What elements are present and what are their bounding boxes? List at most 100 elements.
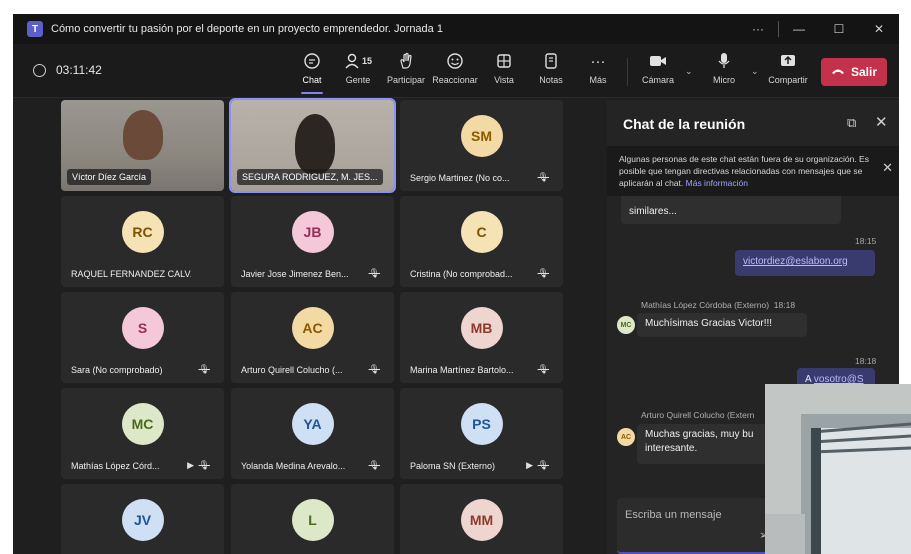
participant-video xyxy=(123,110,163,160)
participant-name: SEGURA RODRIGUEZ, M. JES... xyxy=(237,169,383,185)
participant-video xyxy=(295,114,335,174)
external-notice-banner: Algunas personas de este chat están fuer… xyxy=(607,146,899,196)
grid-view-icon xyxy=(496,50,512,72)
avatar: MM xyxy=(460,499,503,541)
participant-tile[interactable]: AC Arturo Quirell Colucho (... 🎙 xyxy=(231,292,394,383)
participant-tile[interactable]: SEGURA RODRIGUEZ, M. JES... xyxy=(229,98,396,193)
react-button[interactable]: Reaccionar xyxy=(432,50,478,94)
chat-message: similares... xyxy=(621,196,841,224)
people-button[interactable]: 15 Gente xyxy=(335,50,381,94)
participant-tile[interactable]: PS Paloma SN (Externo) 🎙 ▶ xyxy=(400,388,563,479)
message-time: 18:18 xyxy=(855,356,877,366)
avatar: SM xyxy=(460,115,503,157)
view-button[interactable]: Vista xyxy=(481,50,527,94)
mic-muted-icon: 🎙 xyxy=(537,268,549,278)
mic-muted-icon: 🎙 xyxy=(198,364,210,374)
mic-muted-icon: 🎙 xyxy=(537,172,549,182)
message-sender: Mathías López Córdoba (Externo) 18:18 xyxy=(641,300,796,310)
participant-name: Arturo Quirell Colucho (... xyxy=(241,365,343,375)
participant-tile[interactable]: MC Mathías López Córd... 🎙 ▶ xyxy=(61,388,224,479)
participant-tile[interactable]: S Sara (No comprobado) 🎙 xyxy=(61,292,224,383)
maximize-button[interactable]: ☐ xyxy=(819,22,859,36)
avatar: YA xyxy=(291,403,334,445)
chat-label: Chat xyxy=(302,75,322,85)
camera-button[interactable]: Cámara xyxy=(635,50,681,94)
avatar: AC xyxy=(617,428,635,446)
mic-muted-icon: 🎙 xyxy=(537,460,549,470)
avatar: MC xyxy=(121,403,164,445)
participant-tile[interactable]: RC RAQUEL FERNANDEZ CALV... xyxy=(61,196,224,287)
hang-up-icon xyxy=(831,66,845,78)
dismiss-notice-icon[interactable]: ✕ xyxy=(882,161,893,174)
leave-label: Salir xyxy=(850,65,877,79)
chat-title: Chat de la reunión xyxy=(623,116,746,132)
meeting-timer: 03:11:42 xyxy=(33,63,102,77)
ellipsis-icon: ··· xyxy=(590,52,606,70)
participant-name: Yolanda Medina Arevalo... xyxy=(241,461,346,471)
message-text: Muchísimas Gracias Victor!!! xyxy=(645,318,773,329)
participant-tile[interactable]: MB Marina Martínez Bartolo... 🎙 xyxy=(400,292,563,383)
notes-label: Notas xyxy=(539,75,563,85)
more-button[interactable]: ··· Más xyxy=(575,50,621,94)
participant-name: Paloma SN (Externo) xyxy=(410,461,496,471)
mic-label: Micro xyxy=(713,75,735,85)
participant-tile[interactable]: SM Sergio Martinez (No co... 🎙 xyxy=(400,100,563,191)
participant-tile[interactable]: JB Javier Jose Jimenez Ben... 🎙 xyxy=(231,196,394,287)
mic-options-chevron-icon[interactable]: ⌄ xyxy=(751,66,759,77)
chat-header: Chat de la reunión ⧉ ✕ xyxy=(607,100,899,148)
avatar: AC xyxy=(291,307,334,349)
teams-logo-icon: T xyxy=(27,21,43,37)
mic-button[interactable]: Micro xyxy=(701,50,747,94)
close-chat-icon[interactable]: ✕ xyxy=(875,113,888,131)
hand-icon xyxy=(398,50,414,72)
participant-name: Sara (No comprobado) xyxy=(71,365,163,375)
chat-message: Muchísimas Gracias Victor!!! xyxy=(637,313,807,337)
share-button[interactable]: Compartir xyxy=(765,50,811,94)
message-sender: Arturo Quirell Colucho (Extern xyxy=(641,410,755,420)
mic-muted-icon: 🎙 xyxy=(368,268,380,278)
avatar: JV xyxy=(121,499,164,541)
more-options-icon[interactable]: ··· xyxy=(738,22,778,36)
title-bar: T Cómo convertir tu pasión por el deport… xyxy=(13,14,899,44)
minimize-button[interactable]: — xyxy=(779,22,819,36)
video-grid: Víctor Díez García SEGURA RODRIGUEZ, M. J… xyxy=(61,98,565,554)
more-info-link[interactable]: Más información xyxy=(686,178,748,188)
mic-muted-icon: 🎙 xyxy=(368,364,380,374)
avatar: MC xyxy=(617,316,635,334)
self-view-scene xyxy=(765,384,911,554)
microphone-icon xyxy=(717,50,731,72)
camera-icon xyxy=(649,50,667,72)
participant-tile[interactable]: C Cristina (No comprobad... 🎙 xyxy=(400,196,563,287)
mic-muted-icon: 🎙 xyxy=(198,460,210,470)
camera-options-chevron-icon[interactable]: ⌄ xyxy=(685,66,693,77)
avatar: C xyxy=(460,211,503,253)
pop-out-icon[interactable]: ⧉ xyxy=(847,115,856,131)
toolbar-divider xyxy=(627,58,628,86)
participant-tile[interactable]: MMGARCIA MARTIN, M...🎙▶ xyxy=(400,484,563,554)
participant-name: Mathías López Córd... xyxy=(71,461,160,471)
window-title: Cómo convertir tu pasión por el deporte … xyxy=(51,23,443,35)
close-button[interactable]: ✕ xyxy=(859,22,899,36)
participant-name: Javier Jose Jimenez Ben... xyxy=(241,269,349,279)
meeting-toolbar: 03:11:42 Chat 15 Gente Participar Reacci… xyxy=(13,44,899,98)
notes-button[interactable]: Notas xyxy=(528,50,574,94)
message-time: 18:15 xyxy=(855,236,877,246)
chat-message-own: victordiez@eslabon.org xyxy=(735,250,875,276)
participant-tile[interactable]: LLuis (No comproba...🎙▶ xyxy=(231,484,394,554)
participant-tile[interactable]: Víctor Díez García xyxy=(61,100,224,191)
leave-button[interactable]: Salir xyxy=(821,58,887,86)
avatar: L xyxy=(291,499,334,541)
view-label: Vista xyxy=(494,75,514,85)
chat-button[interactable]: Chat xyxy=(289,50,335,94)
camera-off-icon: ▶ xyxy=(526,460,533,470)
avatar: RC xyxy=(121,211,164,253)
participant-name: Marina Martínez Bartolo... xyxy=(410,365,514,375)
participant-tile[interactable]: JVJosé Vicente (No co...🎙▶ xyxy=(61,484,224,554)
raise-hand-label: Participar xyxy=(386,75,425,85)
email-link[interactable]: victordiez@eslabon.org xyxy=(743,256,848,267)
participant-tile[interactable]: YA Yolanda Medina Arevalo... 🎙 xyxy=(231,388,394,479)
timer-text: 03:11:42 xyxy=(56,63,102,77)
avatar: S xyxy=(121,307,164,349)
raise-hand-button[interactable]: Participar xyxy=(383,50,429,94)
shield-icon xyxy=(33,63,46,77)
